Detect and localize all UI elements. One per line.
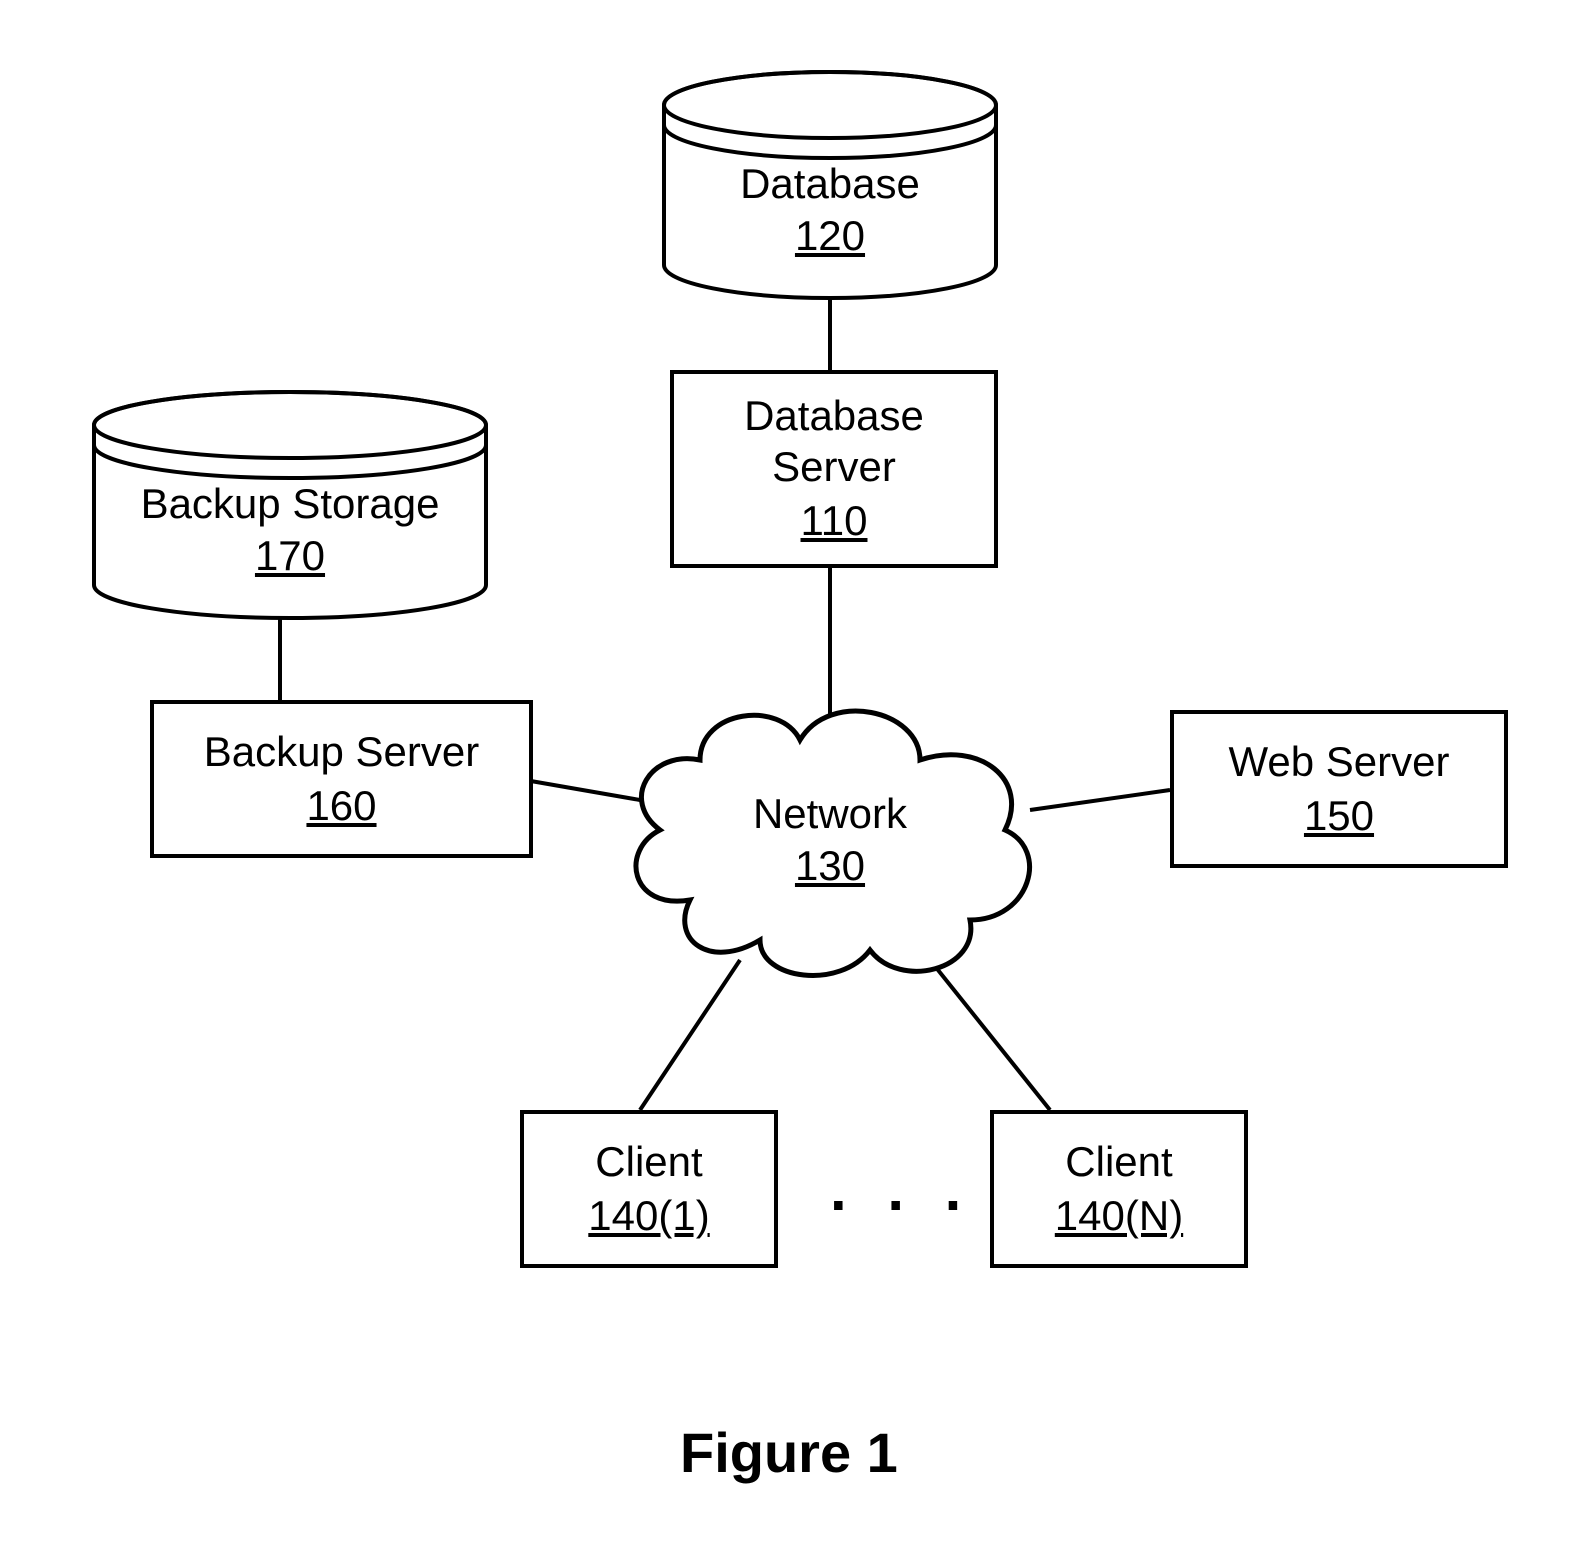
diagram-canvas: Database 120 Database Server 110 Backup …: [0, 0, 1588, 1558]
database-label: Database: [740, 160, 920, 208]
figure-caption: Figure 1: [680, 1420, 898, 1485]
client-last-label: Client: [1065, 1137, 1172, 1187]
network-cloud: Network 130: [610, 670, 1050, 1000]
ellipsis-dots: . . .: [830, 1155, 973, 1224]
client-last-ref: 140(N): [1055, 1191, 1183, 1241]
backup-server-label: Backup Server: [204, 727, 479, 777]
backup-storage-cylinder: Backup Storage 170: [90, 390, 490, 620]
database-server-label: Database Server: [744, 391, 924, 492]
web-server-box: Web Server 150: [1170, 710, 1508, 868]
network-label: Network: [753, 790, 907, 838]
web-server-ref: 150: [1304, 791, 1374, 841]
network-ref: 130: [795, 842, 865, 890]
client-first-ref: 140(1): [588, 1191, 709, 1241]
client-first-box: Client 140(1): [520, 1110, 778, 1268]
backup-server-ref: 160: [306, 781, 376, 831]
client-first-label: Client: [595, 1137, 702, 1187]
web-server-label: Web Server: [1229, 737, 1450, 787]
database-cylinder: Database 120: [660, 70, 1000, 300]
backup-storage-label: Backup Storage: [141, 480, 440, 528]
backup-storage-ref: 170: [255, 532, 325, 580]
database-server-box: Database Server 110: [670, 370, 998, 568]
database-server-ref: 110: [801, 496, 868, 546]
client-last-box: Client 140(N): [990, 1110, 1248, 1268]
backup-server-box: Backup Server 160: [150, 700, 533, 858]
database-ref: 120: [795, 212, 865, 260]
